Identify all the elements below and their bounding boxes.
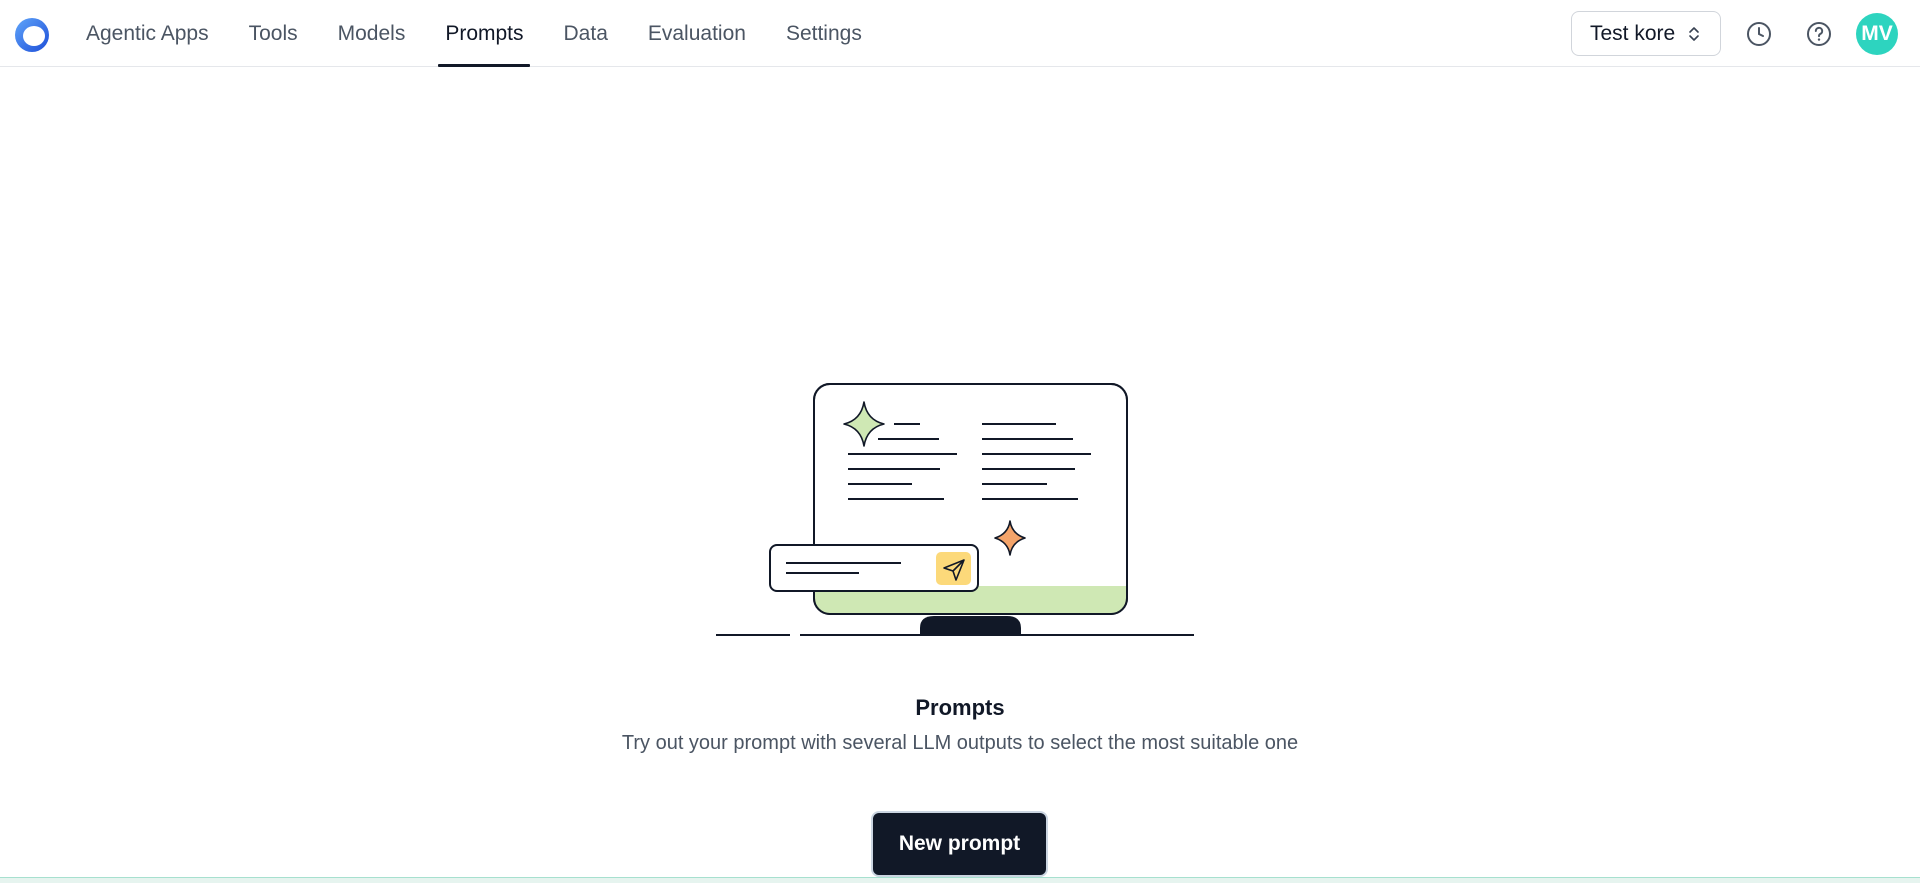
nav-item-evaluation[interactable]: Evaluation (628, 0, 766, 67)
nav-item-label: Tools (248, 21, 298, 45)
top-navigation-bar: Agentic Apps Tools Models Prompts Data E… (0, 0, 1920, 67)
empty-state-description: Try out your prompt with several LLM out… (621, 732, 1299, 754)
nav-item-models[interactable]: Models (318, 0, 426, 67)
new-prompt-button[interactable]: New prompt (871, 811, 1048, 877)
help-circle-icon[interactable] (1804, 19, 1834, 49)
nav-item-agentic-apps[interactable]: Agentic Apps (66, 0, 229, 67)
nav-item-tools[interactable]: Tools (229, 0, 318, 67)
nav-item-label: Agentic Apps (86, 21, 209, 45)
workspace-label: Test kore (1590, 21, 1676, 45)
app-logo-icon[interactable] (12, 15, 52, 55)
bottom-edge-strip (0, 877, 1920, 883)
clock-icon[interactable] (1744, 19, 1774, 49)
nav-item-prompts[interactable]: Prompts (425, 0, 543, 67)
nav-item-label: Models (337, 21, 406, 45)
nav-item-label: Settings (785, 21, 862, 45)
avatar-initials: MV (1861, 22, 1893, 45)
nav-item-data[interactable]: Data (544, 0, 628, 67)
empty-state-title: Prompts (915, 695, 1005, 720)
workspace-selector[interactable]: Test kore (1571, 11, 1721, 56)
main-nav: Agentic Apps Tools Models Prompts Data E… (66, 0, 882, 67)
chevron-up-down-icon (1689, 26, 1700, 41)
nav-item-label: Data (563, 21, 608, 45)
nav-item-settings[interactable]: Settings (766, 0, 882, 67)
prompts-empty-illustration (716, 383, 1194, 636)
nav-item-label: Prompts (445, 21, 524, 45)
user-avatar[interactable]: MV (1856, 13, 1898, 55)
nav-item-label: Evaluation (647, 21, 746, 45)
